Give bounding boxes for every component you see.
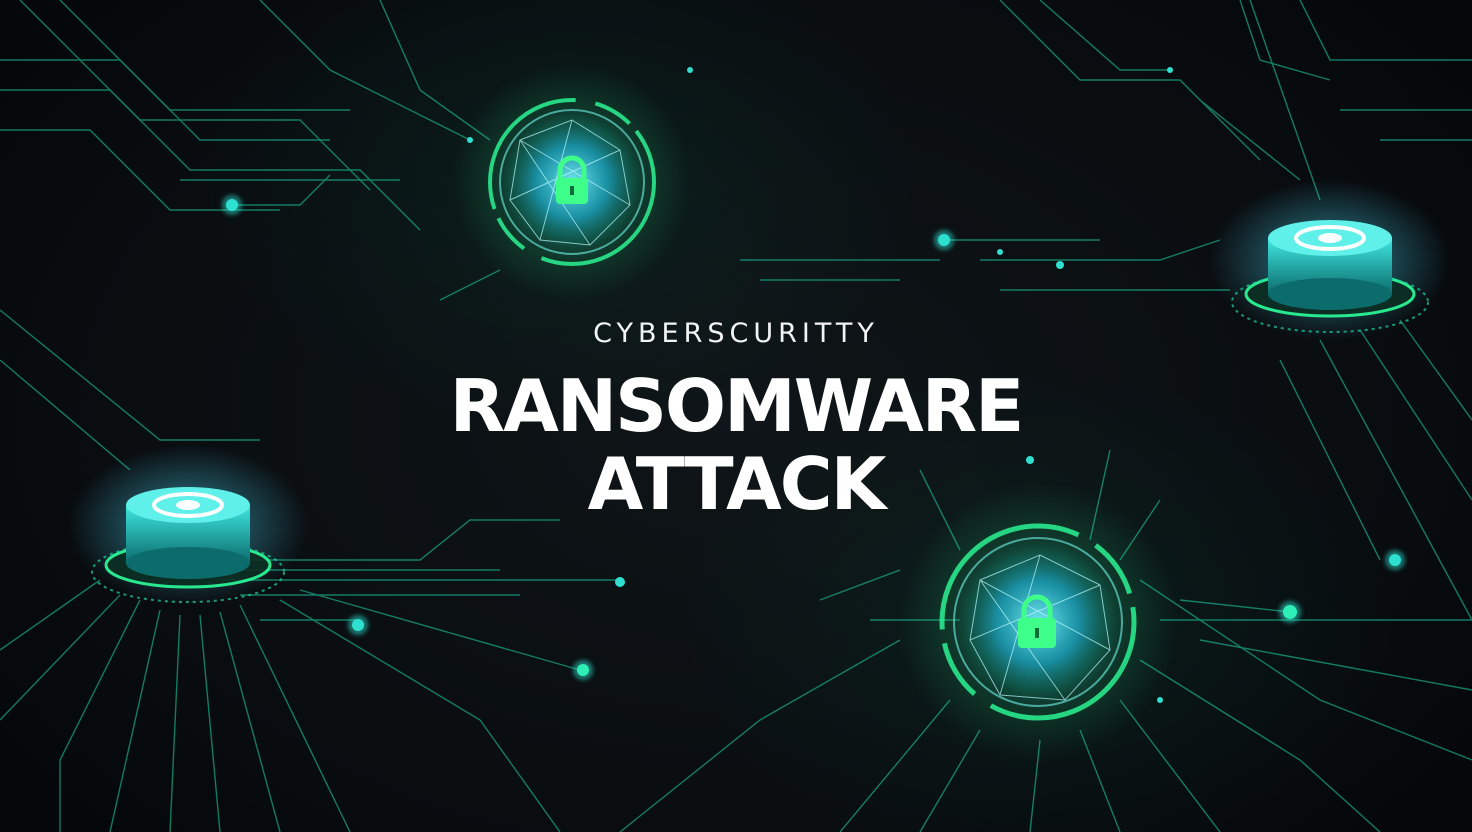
ransomware-poster: CYBERSCURITTY RANSOMWARE ATTACK	[0, 0, 1472, 832]
headline-title-line-1: RANSOMWARE	[449, 364, 1025, 448]
lock-orb-top	[452, 62, 692, 302]
headline-kicker: CYBERSCURITTY	[593, 318, 879, 349]
target-button-right	[1210, 180, 1450, 340]
headline-title-line-2: ATTACK	[587, 442, 887, 526]
lock-orb-bottom	[898, 482, 1178, 762]
